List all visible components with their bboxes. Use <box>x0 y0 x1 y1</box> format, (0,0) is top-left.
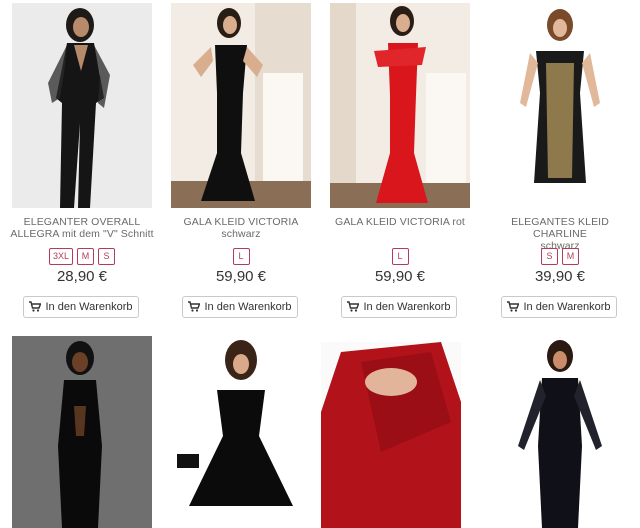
product-price: 28,90 € <box>56 268 108 285</box>
product-image[interactable] <box>490 336 630 528</box>
red-lace-dress-photo <box>321 342 461 528</box>
product-image[interactable] <box>12 336 152 528</box>
cart-icon <box>507 301 520 312</box>
black-gown-photo <box>171 3 311 208</box>
size-options: 3XL M S <box>12 248 152 265</box>
size-option[interactable]: 3XL <box>48 248 73 265</box>
black-lace-longsleeve-dress-photo <box>490 336 630 528</box>
product-price: 39,90 € <box>534 268 586 285</box>
product-image[interactable] <box>330 3 470 208</box>
product-image[interactable] <box>12 3 152 208</box>
red-gown-photo <box>330 3 470 208</box>
cart-icon <box>29 301 42 312</box>
size-options: SM <box>490 248 630 265</box>
product-title[interactable]: GALA KLEID VICTORIA rot <box>325 216 475 228</box>
add-to-cart-button[interactable]: In den Warenkorb <box>341 296 457 318</box>
size-option[interactable]: L <box>391 248 409 265</box>
product-image[interactable] <box>171 336 311 528</box>
size-option[interactable]: M <box>77 248 94 265</box>
cart-icon <box>347 301 360 312</box>
product-image[interactable] <box>321 342 461 528</box>
product-title[interactable]: ELEGANTES KLEID CHARLINE schwarz <box>485 216 635 252</box>
lace-dress-photo <box>490 3 630 208</box>
add-to-cart-button[interactable]: In den Warenkorb <box>501 296 617 318</box>
size-option[interactable]: S <box>541 248 558 265</box>
add-to-cart-button[interactable]: In den Warenkorb <box>182 296 298 318</box>
product-price: 59,90 € <box>374 268 426 285</box>
product-title[interactable]: GALA KLEID VICTORIA schwarz <box>166 216 316 240</box>
black-halter-dress-photo <box>12 336 152 528</box>
product-image[interactable] <box>171 3 311 208</box>
size-options: L <box>171 248 311 265</box>
size-option[interactable]: S <box>98 248 115 265</box>
size-options: L <box>330 248 470 265</box>
black-skater-dress-photo <box>171 336 311 528</box>
add-to-cart-button[interactable]: In den Warenkorb <box>23 296 139 318</box>
product-image[interactable] <box>490 3 630 208</box>
product-price: 59,90 € <box>215 268 267 285</box>
black-jumpsuit-photo <box>12 3 152 208</box>
size-option[interactable]: M <box>562 248 579 265</box>
cart-icon <box>188 301 201 312</box>
size-option[interactable]: L <box>232 248 250 265</box>
product-title[interactable]: ELEGANTER OVERALL ALLEGRA mit dem "V" Sc… <box>7 216 157 240</box>
